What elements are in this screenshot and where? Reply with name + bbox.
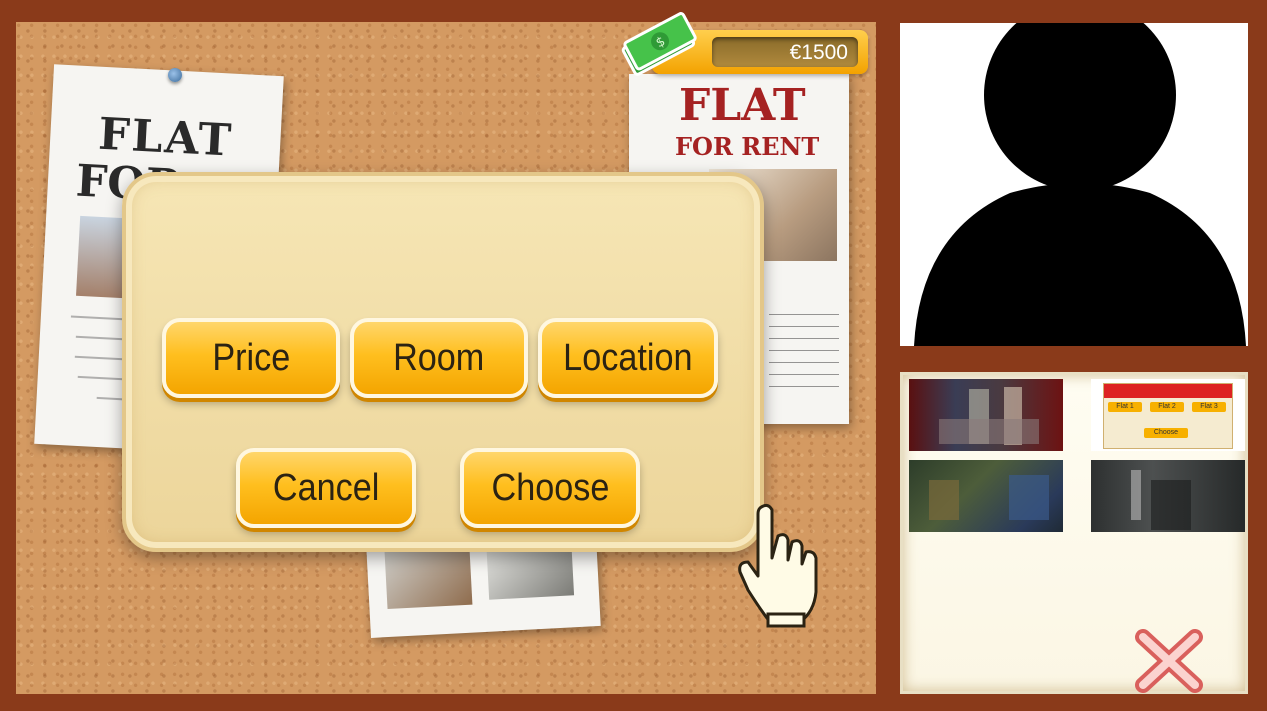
- choose-button[interactable]: Choose: [460, 448, 640, 528]
- scene-thumbnail-corridor[interactable]: [1091, 460, 1245, 532]
- pin-icon: [168, 68, 182, 82]
- mini-flat3-label: Flat 3: [1192, 402, 1226, 412]
- location-button[interactable]: Location: [538, 318, 718, 398]
- price-button[interactable]: Price: [162, 318, 340, 398]
- poster-text-line: [769, 362, 839, 363]
- poster-text-line: [769, 338, 839, 339]
- choose-button-label: Choose: [491, 466, 609, 509]
- poster-right-title: FLAT: [679, 80, 806, 131]
- cash-icon: $: [621, 12, 697, 76]
- location-button-label: Location: [563, 336, 693, 379]
- scene-thumbnail-room[interactable]: [909, 460, 1063, 532]
- mini-flat2-label: Flat 2: [1150, 402, 1184, 412]
- money-display: €1500: [712, 37, 858, 67]
- scene-thumbnail-shop[interactable]: Flat 1 Flat 2 Flat 3 Choose: [1091, 379, 1245, 451]
- close-icon[interactable]: [1129, 625, 1209, 695]
- mini-flat1-label: Flat 1: [1108, 402, 1142, 412]
- avatar-panel: [900, 23, 1248, 346]
- hand-pointer-icon: [738, 503, 818, 628]
- poster-text-line: [769, 350, 839, 351]
- poster-text-line: [769, 374, 839, 375]
- room-button-label: Room: [393, 336, 485, 379]
- user-silhouette-icon: [914, 23, 1246, 346]
- poster-text-line: [769, 314, 839, 315]
- poster-text-line: [769, 326, 839, 327]
- mini-shop-roof: [1104, 384, 1232, 398]
- mini-choose-label: Choose: [1144, 428, 1188, 438]
- scene-thumbnail-stage[interactable]: [909, 379, 1063, 451]
- cancel-button[interactable]: Cancel: [236, 448, 416, 528]
- filter-dialog: Price Room Location Cancel Choose: [122, 172, 764, 552]
- room-button[interactable]: Room: [350, 318, 528, 398]
- poster-right-subtitle: FOR RENT: [675, 132, 820, 161]
- mini-shop: Flat 1 Flat 2 Flat 3 Choose: [1103, 383, 1233, 449]
- cancel-button-label: Cancel: [272, 466, 380, 509]
- poster-bottom-photo: [384, 542, 473, 610]
- scenes-panel: Flat 1 Flat 2 Flat 3 Choose: [900, 372, 1248, 694]
- price-button-label: Price: [212, 336, 290, 379]
- money-value: €1500: [789, 41, 848, 64]
- poster-text-line: [769, 386, 839, 387]
